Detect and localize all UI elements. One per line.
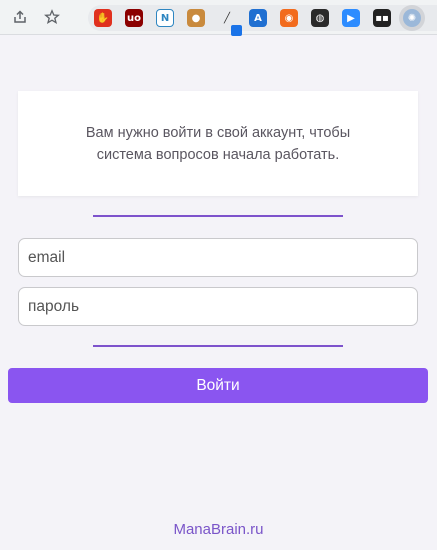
login-button[interactable]: Войти	[8, 368, 428, 403]
divider-top	[93, 215, 343, 217]
ublock-extension-icon[interactable]: uo	[125, 9, 143, 27]
brain-extension-icon[interactable]: ✺	[403, 9, 421, 27]
login-required-card: Вам нужно войти в свой аккаунт, чтобы си…	[18, 91, 418, 196]
orange-extension-icon[interactable]: ◉	[280, 9, 298, 27]
email-field[interactable]	[18, 238, 418, 277]
acrobat-extension-icon[interactable]: A	[249, 9, 267, 27]
footer-site-link[interactable]: ManaBrain.ru	[0, 521, 437, 538]
share-icon-svg	[14, 10, 26, 23]
color-wheel-extension-icon[interactable]: ◍	[311, 9, 329, 27]
dark-extension-icon[interactable]: ▪▪	[373, 9, 391, 27]
star-icon-svg	[44, 9, 60, 24]
active-extension-highlight[interactable]: ✺	[399, 5, 425, 31]
extensions-bar: ✋ uo N ● ╱ A ◉ ◍ ▶ ▪▪ ✺	[88, 5, 437, 36]
share-icon[interactable]	[8, 5, 32, 29]
divider-bottom	[93, 345, 343, 347]
login-required-message: Вам нужно войти в свой аккаунт, чтобы си…	[85, 124, 351, 163]
star-icon[interactable]	[40, 5, 64, 29]
zoom-extension-icon[interactable]: ▶	[342, 9, 360, 27]
password-field[interactable]	[18, 287, 418, 326]
eyedropper-extension-icon[interactable]: ╱	[218, 9, 242, 36]
cookie-extension-icon[interactable]: ●	[187, 9, 205, 27]
browser-toolbar: ✋ uo N ● ╱ A ◉ ◍ ▶ ▪▪ ✺	[0, 0, 437, 36]
extension-badge	[231, 25, 242, 36]
adblock-extension-icon[interactable]: ✋	[94, 9, 112, 27]
notion-extension-icon[interactable]: N	[156, 9, 174, 27]
